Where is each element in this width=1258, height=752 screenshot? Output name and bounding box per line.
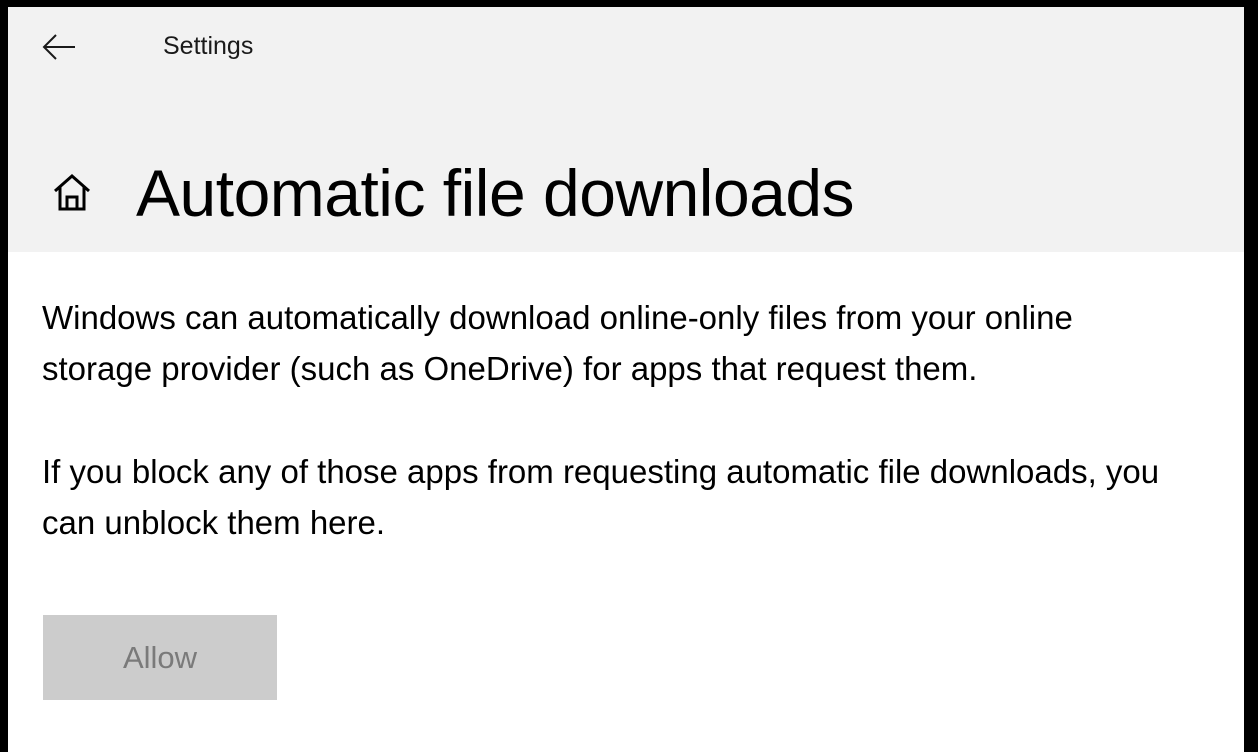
app-title: Settings: [163, 32, 254, 60]
arrow-left-icon: [42, 34, 75, 60]
instruction-paragraph: If you block any of those apps from requ…: [42, 453, 1160, 541]
settings-window: Settings Automatic file downloads Window…: [8, 7, 1244, 752]
back-button[interactable]: [36, 27, 82, 67]
home-icon: [51, 172, 93, 214]
allow-button[interactable]: Allow: [43, 615, 277, 700]
description-paragraph: Windows can automatically download onlin…: [42, 299, 1073, 387]
page-header: Settings Automatic file downloads: [8, 7, 1244, 252]
main-content: Windows can automatically download onlin…: [42, 292, 1212, 548]
page-title: Automatic file downloads: [136, 156, 855, 230]
